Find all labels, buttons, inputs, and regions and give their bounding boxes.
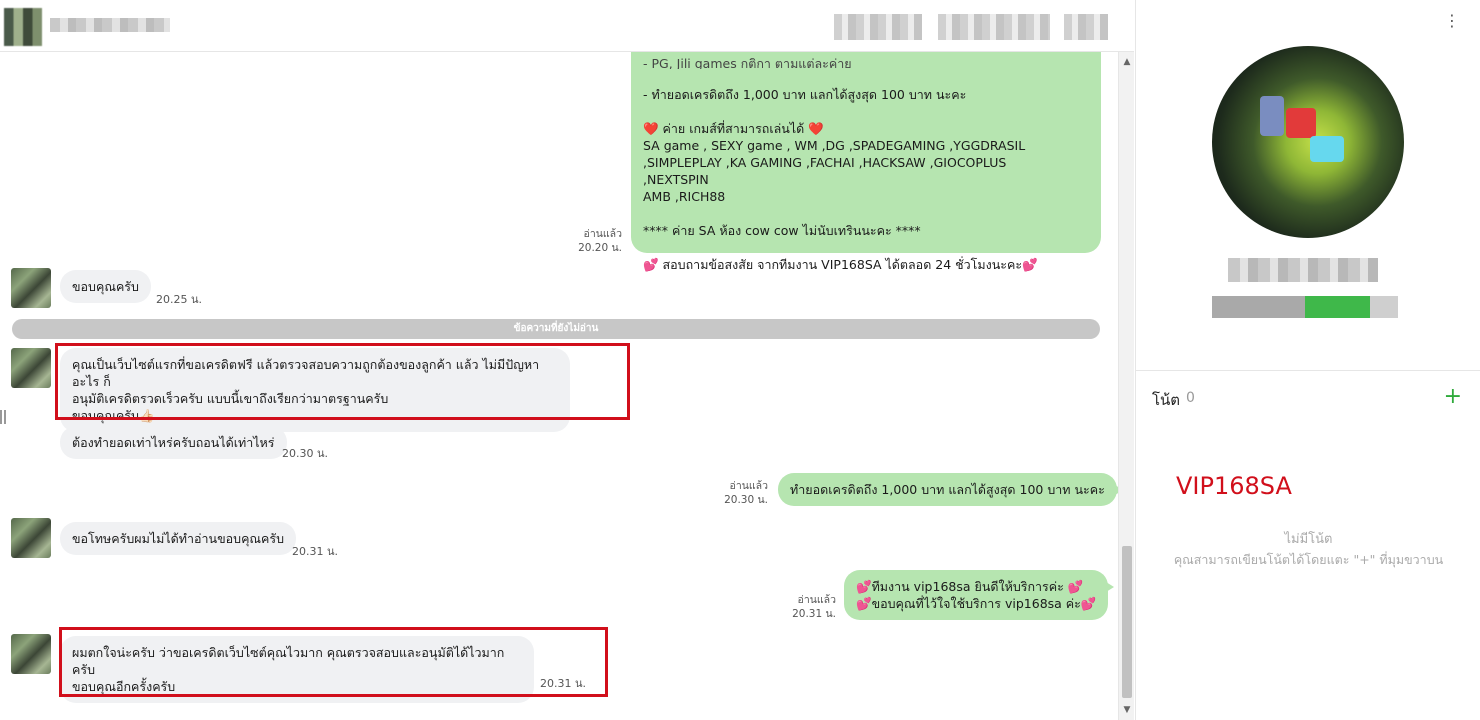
empty-notes-subtitle: คุณสามารถเขียนโน้ตได้โดยแตะ "+" ที่มุมขว… xyxy=(1173,552,1444,567)
header-button-blurred-1[interactable] xyxy=(834,14,922,40)
message-time: 20.25 น. xyxy=(156,293,203,306)
message-time: 20.31 น. xyxy=(292,545,339,558)
header-button-blurred-3[interactable] xyxy=(1064,14,1108,40)
contact-avatar-blurred[interactable] xyxy=(4,8,42,46)
notes-count: 0 xyxy=(1186,390,1195,406)
contact-name-blurred xyxy=(50,18,170,32)
highlight-box xyxy=(55,343,630,420)
highlight-box xyxy=(59,627,608,697)
chat-header xyxy=(0,0,1134,52)
outgoing-message[interactable]: - PG, Jili games กติกา ตามแต่ละค่าย - ทำ… xyxy=(631,52,1101,272)
more-menu-icon[interactable]: ⋮ xyxy=(1444,13,1460,29)
scroll-down-icon[interactable]: ▼ xyxy=(1119,702,1135,718)
brand-text: VIP168SA xyxy=(1176,472,1292,500)
unread-divider: ข้อความที่ยังไม่อ่าน xyxy=(12,319,1100,339)
incoming-message[interactable]: ขอบคุณครับ xyxy=(60,270,151,303)
chat-scrollbar[interactable]: ▲ ▼ xyxy=(1118,52,1134,720)
incoming-message[interactable]: ต้องทำยอดเท่าไหร่ครับถอนได้เท่าไหร่ xyxy=(60,426,287,459)
read-receipt: อ่านแล้ว 20.31 น. xyxy=(792,594,836,620)
message-time: 20.30 น. xyxy=(282,447,329,460)
empty-notes-title: ไม่มีโน้ต xyxy=(1284,532,1333,547)
read-receipt: อ่านแล้ว 20.30 น. xyxy=(724,480,768,506)
panel-divider xyxy=(1136,370,1480,371)
sender-avatar[interactable] xyxy=(11,518,51,558)
profile-status-blurred xyxy=(1212,296,1398,318)
scroll-thumb[interactable] xyxy=(1122,546,1132,698)
resize-handle-icon[interactable] xyxy=(0,410,6,424)
sender-avatar[interactable] xyxy=(11,268,51,308)
outgoing-message[interactable]: ทำยอดเครดิตถึง 1,000 บาท แลกได้สูงสุด 10… xyxy=(778,473,1118,506)
add-note-icon[interactable]: + xyxy=(1444,384,1462,409)
profile-name-blurred xyxy=(1228,258,1378,282)
message-text: - ทำยอดเครดิตถึง 1,000 บาท แลกได้สูงสุด … xyxy=(643,87,1038,272)
chat-message-list[interactable]: - PG, Jili games กติกา ตามแต่ละค่าย - ทำ… xyxy=(0,52,1118,720)
notes-label: โน้ต xyxy=(1152,391,1181,409)
sender-avatar[interactable] xyxy=(11,348,51,388)
incoming-message[interactable]: ขอโทษครับผมไม่ได้ทำอ่านขอบคุณครับ xyxy=(60,522,297,555)
profile-picture-blurred[interactable] xyxy=(1212,46,1404,238)
header-button-blurred-2[interactable] xyxy=(938,14,1050,40)
profile-panel: ⋮ โน้ต 0 + VIP168SA ไม่มีโน้ต คุณสามารถเ… xyxy=(1135,0,1480,720)
outgoing-message[interactable]: 💕ทีมงาน vip168sa ยินดีให้บริการค่ะ 💕 💕ขอ… xyxy=(844,570,1115,620)
scroll-up-icon[interactable]: ▲ xyxy=(1119,54,1135,70)
clipped-line: - PG, Jili games กติกา ตามแต่ละค่าย xyxy=(643,56,852,69)
sender-avatar[interactable] xyxy=(11,634,51,674)
read-receipt: อ่านแล้ว 20.20 น. xyxy=(578,228,622,254)
